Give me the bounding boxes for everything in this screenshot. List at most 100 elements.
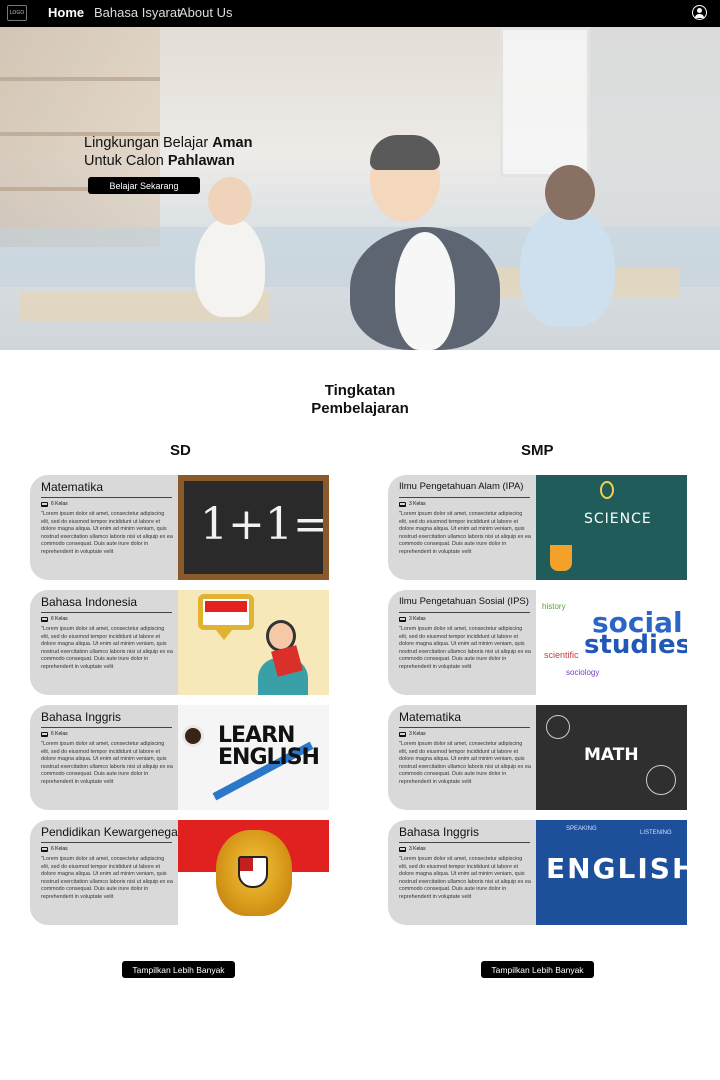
laptop-icon [399, 731, 406, 737]
section-title-line1: Tingkatan [324, 382, 396, 399]
indonesian-teacher-image [178, 590, 329, 695]
course-card-sd-matematika[interactable]: Matematika 6 Kelas "Lorem ipsum dolor si… [30, 475, 329, 580]
card-class-count: 6 Kelas [51, 616, 68, 622]
card-text: Matematika 6 Kelas "Lorem ipsum dolor si… [41, 480, 174, 557]
laptop-icon [399, 616, 406, 622]
card-divider [399, 612, 530, 613]
science-image: SCIENCE [536, 475, 687, 580]
user-circle-icon[interactable] [692, 5, 707, 20]
belajar-sekarang-button[interactable]: Belajar Sekarang [88, 177, 200, 194]
card-meta: 3 Kelas [399, 731, 532, 737]
course-card-sd-bahasa-inggris[interactable]: Bahasa Inggris 6 Kelas "Lorem ipsum dolo… [30, 705, 329, 810]
card-description: "Lorem ipsum dolor sit amet, consectetur… [399, 511, 531, 555]
course-card-sd-bahasa-indonesia[interactable]: Bahasa Indonesia 6 Kelas "Lorem ipsum do… [30, 590, 329, 695]
card-description: "Lorem ipsum dolor sit amet, consectetur… [41, 856, 173, 900]
card-class-count: 3 Kelas [409, 501, 426, 507]
card-description: "Lorem ipsum dolor sit amet, consectetur… [399, 856, 531, 900]
card-title: Bahasa Indonesia [41, 595, 138, 609]
card-class-count: 6 Kelas [51, 501, 68, 507]
card-divider [399, 727, 530, 728]
card-meta: 6 Kelas [41, 501, 174, 507]
speech-bubble-tail [216, 630, 232, 640]
course-card-smp-ipa[interactable]: Ilmu Pengetahuan Alam (IPA) 3 Kelas "Lor… [388, 475, 687, 580]
studies-text: studies [584, 630, 687, 660]
learn-english-image: LEARN ENGLISH [178, 705, 329, 810]
card-description: "Lorem ipsum dolor sit amet, consectetur… [41, 741, 173, 785]
card-divider [41, 612, 172, 613]
card-divider [399, 497, 530, 498]
math-equation-text: 1+1=2 [200, 499, 329, 550]
flask-icon [550, 545, 572, 571]
laptop-icon [41, 846, 48, 852]
pancasila-shield-icon [238, 856, 268, 888]
english-big-text: ENGLISH [546, 852, 687, 885]
section-title-line2: Pembelajaran [311, 400, 409, 417]
lightbulb-icon [600, 481, 614, 499]
hero-line1-text: Lingkungan Belajar [84, 135, 213, 151]
card-title: Bahasa Inggris [41, 710, 122, 724]
laptop-icon [41, 501, 48, 507]
science-text: SCIENCE [584, 511, 652, 527]
card-class-count: 6 Kelas [51, 846, 68, 852]
nav-bahasa-isyarat[interactable]: Bahasa Isyarat [94, 5, 181, 20]
english-image: SPEAKING LISTENING ENGLISH [536, 820, 687, 925]
hero-headline: Lingkungan Belajar Aman Untuk Calon Pahl… [84, 134, 252, 170]
section-title: Tingkatan Pembelajaran [0, 382, 720, 418]
card-title: Pendidikan Kewargenegaraan [41, 825, 202, 839]
smp-column-title: SMP [521, 442, 554, 459]
card-meta: 6 Kelas [41, 846, 174, 852]
card-text: Matematika 3 Kelas "Lorem ipsum dolor si… [399, 710, 532, 787]
sd-column-title: SD [170, 442, 191, 459]
card-divider [41, 497, 172, 498]
card-text: Ilmu Pengetahuan Alam (IPA) 3 Kelas "Lor… [399, 480, 532, 557]
circle-shape-icon [546, 715, 570, 739]
scientific-word: scientific [544, 650, 579, 660]
card-description: "Lorem ipsum dolor sit amet, consectetur… [399, 741, 531, 785]
smp-show-more-button[interactable]: Tampilkan Lebih Banyak [481, 961, 594, 978]
course-card-smp-bahasa-inggris[interactable]: Bahasa Inggris 3 Kelas "Lorem ipsum dolo… [388, 820, 687, 925]
blackboard-math-image: 1+1=2 [178, 475, 329, 580]
card-divider [399, 842, 530, 843]
card-class-count: 3 Kelas [409, 731, 426, 737]
course-card-sd-pkn[interactable]: Pendidikan Kewargenegaraan 6 Kelas "Lore… [30, 820, 329, 925]
speech-bubble [198, 594, 254, 630]
sd-show-more-button[interactable]: Tampilkan Lebih Banyak [122, 961, 235, 978]
indonesia-flag-icon [205, 601, 247, 612]
card-class-count: 6 Kelas [51, 731, 68, 737]
card-meta: 3 Kelas [399, 501, 532, 507]
top-navbar: LOGO Home Bahasa Isyarat About Us [0, 0, 720, 27]
card-class-count: 3 Kelas [409, 846, 426, 852]
logo[interactable]: LOGO [7, 5, 27, 21]
listening-word: LISTENING [640, 830, 672, 836]
card-text: Pendidikan Kewargenegaraan 6 Kelas "Lore… [41, 825, 202, 902]
hero-banner: Lingkungan Belajar Aman Untuk Calon Pahl… [0, 27, 720, 350]
card-text: Bahasa Inggris 3 Kelas "Lorem ipsum dolo… [399, 825, 532, 902]
card-description: "Lorem ipsum dolor sit amet, consectetur… [41, 511, 173, 555]
math-image: MATH [536, 705, 687, 810]
card-meta: 6 Kelas [41, 731, 174, 737]
english-text: ENGLISH [218, 745, 320, 770]
course-card-smp-ips[interactable]: Ilmu Pengetahuan Sosial (IPS) 3 Kelas "L… [388, 590, 687, 695]
nav-about-us[interactable]: About Us [179, 5, 232, 20]
card-title: Matematika [41, 480, 104, 494]
history-word: history [542, 602, 566, 611]
coffee-cup-icon [182, 725, 204, 747]
laptop-icon [399, 501, 406, 507]
course-card-smp-matematika[interactable]: Matematika 3 Kelas "Lorem ipsum dolor si… [388, 705, 687, 810]
card-meta: 3 Kelas [399, 846, 532, 852]
card-title: Matematika [399, 710, 462, 724]
laptop-icon [41, 731, 48, 737]
garuda-pancasila-image [178, 820, 329, 925]
card-description: "Lorem ipsum dolor sit amet, consectetur… [41, 626, 173, 670]
laptop-icon [399, 846, 406, 852]
card-meta: 3 Kelas [399, 616, 532, 622]
card-text: Ilmu Pengetahuan Sosial (IPS) 3 Kelas "L… [399, 595, 532, 672]
card-text: Bahasa Inggris 6 Kelas "Lorem ipsum dolo… [41, 710, 174, 787]
card-title: Bahasa Inggris [399, 825, 480, 839]
hero-line2-bold: Pahlawan [167, 153, 235, 169]
sociology-word: sociology [566, 668, 600, 677]
card-text: Bahasa Indonesia 6 Kelas "Lorem ipsum do… [41, 595, 174, 672]
hero-line1-bold: Aman [212, 135, 253, 151]
nav-home[interactable]: Home [48, 5, 84, 20]
card-divider [41, 727, 172, 728]
